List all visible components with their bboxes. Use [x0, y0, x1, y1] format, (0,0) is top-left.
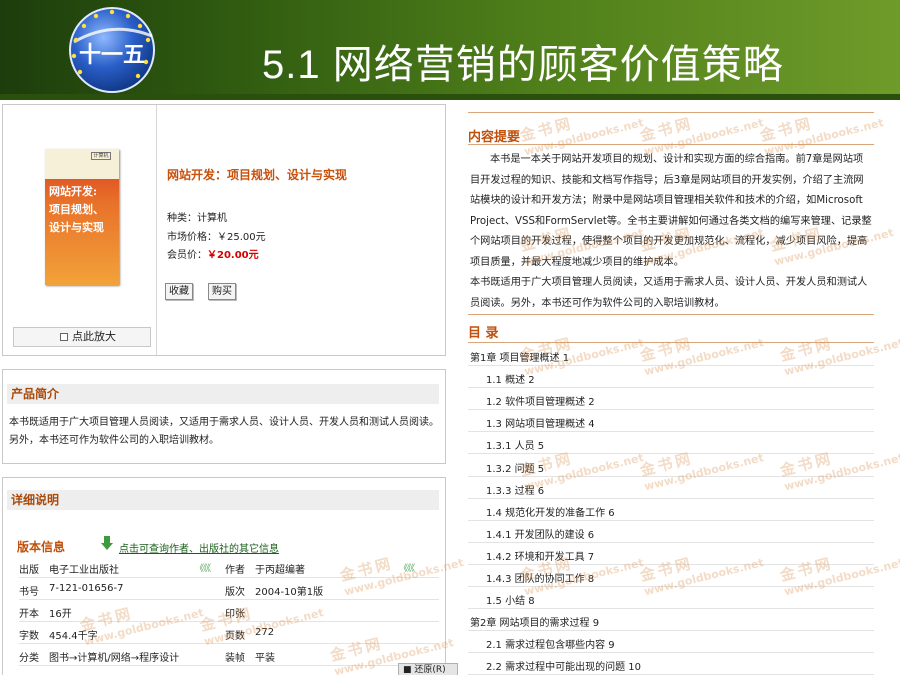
toc-divider [468, 497, 874, 499]
toc-divider [468, 409, 874, 411]
summary-panel: 产品简介 本书既适用于广大项目管理人员阅读，又适用于需求人员、设计人员、开发人员… [2, 369, 446, 464]
product-category: 种类：计算机 [167, 213, 227, 224]
toc-item[interactable]: 第2章 网站项目的需求过程 9 [470, 614, 599, 629]
row-value[interactable]: 图书→计算机/网络→程序设计 [49, 649, 179, 664]
chevron-left-icon: 《《《 [399, 564, 415, 574]
chevron-left-icon: 《《《 [195, 564, 211, 574]
zoom-label: 点此放大 [72, 330, 116, 343]
product-panel: 计算机 网站开发: 项目规划、 设计与实现 点此放大 网站开发：项目规划、设计与… [2, 104, 446, 356]
toc-item[interactable]: 1.2 软件项目管理概述 2 [486, 393, 595, 408]
product-title: 网站开发：项目规划、设计与实现 [167, 168, 348, 182]
toc-divider [468, 563, 874, 565]
toc-divider [468, 365, 874, 366]
toc-item[interactable]: 1.3.1 人员 5 [486, 437, 544, 452]
logo-text: 十一五 [79, 43, 145, 68]
cover-title-line2: 项目规划、 [49, 203, 104, 216]
toc-divider [468, 608, 874, 610]
toc-item[interactable]: 第1章 项目管理概述 1 [470, 349, 569, 364]
row-key: 字数 [19, 631, 39, 642]
collect-button[interactable]: 收藏 [165, 283, 193, 300]
row-value: 平装 [255, 653, 275, 664]
toc-item[interactable]: 1.3.2 问题 5 [486, 460, 544, 475]
table-row: 字数 454.4千字 页数 272 [19, 622, 439, 644]
detail-panel: 详细说明 版本信息 点击可查询作者、出版社的其它信息 出版 电子工业出版社 《《… [2, 477, 446, 675]
row-value: 7-121-01656-7 [49, 583, 124, 594]
toc-divider [468, 652, 874, 654]
zoom-button[interactable]: 点此放大 [13, 327, 151, 347]
right-margin [874, 104, 900, 675]
row-key: 装帧 [225, 653, 245, 664]
divider [468, 314, 874, 315]
book-cover-image[interactable]: 计算机 网站开发: 项目规划、 设计与实现 [45, 149, 119, 285]
table-row: 分类 图书→计算机/网络→程序设计 装帧 平装 [19, 644, 439, 666]
toc-item[interactable]: 2.1 需求过程包含哪些内容 9 [486, 636, 615, 651]
toc-item[interactable]: 1.4 规范化开发的准备工作 6 [486, 504, 615, 519]
toc-divider [468, 387, 874, 389]
row-value: 454.4千字 [49, 631, 98, 642]
table-row: 开本 16开 印张 [19, 600, 439, 622]
toc-item[interactable]: 1.1 概述 2 [486, 371, 535, 386]
cover-tag: 计算机 [91, 152, 111, 160]
row-value: 2004-10第1版 [255, 587, 324, 598]
toc-item[interactable]: 2.2 需求过程中可能出现的问题 10 [486, 658, 641, 673]
toc-item[interactable]: 1.4.1 开发团队的建设 6 [486, 526, 594, 541]
row-key: 作者 [225, 565, 245, 576]
divider [468, 112, 874, 113]
divider [468, 342, 874, 343]
toc-divider [468, 630, 874, 632]
toc-divider [468, 586, 874, 587]
eleventh-five-year-logo: 十一五 [69, 7, 155, 93]
restore-menu-item[interactable]: ■ 还原(R) [398, 663, 458, 675]
member-price-label: 会员价： [167, 250, 207, 261]
detail-heading: 详细说明 [7, 490, 439, 510]
toc-item[interactable]: 1.4.2 环境和开发工具 7 [486, 548, 594, 563]
row-value: 于丙超编著 [255, 565, 305, 576]
zoom-checkbox-icon [60, 333, 68, 341]
row-key: 印张 [225, 609, 245, 620]
row-key: 分类 [19, 653, 39, 664]
row-key: 书号 [19, 587, 39, 598]
row-value: 电子工业出版社 [49, 565, 119, 576]
summary-heading: 产品简介 [7, 384, 439, 404]
product-market-price: 市场价格：￥25.00元 [167, 232, 266, 243]
intro-text: 本书是一本关于网站开发项目的规划、设计和实现方面的综合指南。前7章是网站项目开发… [470, 150, 872, 314]
slide-header: 十一五 5.1 网络营销的顾客价值策略 [0, 0, 900, 100]
toc-heading: 目 录 [468, 326, 499, 341]
product-member-price: 会员价：￥20.00元 [167, 246, 259, 261]
row-value: 272 [255, 627, 275, 638]
divider [468, 144, 874, 145]
toc-divider [468, 541, 874, 543]
row-key: 出版 [19, 565, 39, 576]
toc-item[interactable]: 1.5 小结 8 [486, 592, 535, 607]
author-publisher-link[interactable]: 点击可查询作者、出版社的其它信息 [119, 540, 279, 555]
toc-divider [468, 453, 874, 455]
product-image-area: 计算机 网站开发: 项目规划、 设计与实现 点此放大 [3, 105, 157, 355]
slide-title: 5.1 网络营销的顾客价值策略 [262, 43, 784, 87]
table-row: 出版 电子工业出版社 《《《 作者 于丙超编著 《《《 [19, 556, 439, 578]
row-key: 版次 [225, 587, 245, 598]
content-panel: 内容提要 本书是一本关于网站开发项目的规划、设计和实现方面的综合指南。前7章是网… [456, 104, 874, 675]
table-row: 书号 7-121-01656-7 版次 2004-10第1版 [19, 578, 439, 600]
toc-divider [468, 475, 874, 477]
row-key: 页数 [225, 631, 245, 642]
toc-item[interactable]: 1.4.3 团队的协同工作 8 [486, 570, 594, 585]
header-divider [0, 94, 900, 100]
intro-heading: 内容提要 [468, 130, 521, 145]
down-arrow-icon [101, 536, 113, 550]
toc-divider [468, 431, 874, 433]
publication-info-heading: 版本信息 [17, 540, 66, 554]
buy-button[interactable]: 购买 [208, 283, 236, 300]
toc-divider [468, 519, 874, 521]
row-key: 开本 [19, 609, 39, 620]
cover-title-line1: 网站开发: [49, 185, 98, 198]
summary-text: 本书既适用于广大项目管理人员阅读，又适用于需求人员、设计人员、开发人员和测试人员… [9, 417, 439, 446]
intro-paragraph: 本书既适用于广大项目管理人员阅读，又适用于需求人员、设计人员、开发人员和测试人员… [470, 277, 868, 309]
toc-item[interactable]: 1.3.3 过程 6 [486, 482, 544, 497]
member-price-value: ￥20.00元 [207, 250, 259, 261]
toc-item[interactable]: 1.3 网站项目管理概述 4 [486, 415, 595, 430]
cover-title-line3: 设计与实现 [49, 221, 104, 234]
row-value: 16开 [49, 609, 72, 620]
intro-paragraph: 本书是一本关于网站开发项目的规划、设计和实现方面的综合指南。前7章是网站项目开发… [470, 154, 872, 268]
